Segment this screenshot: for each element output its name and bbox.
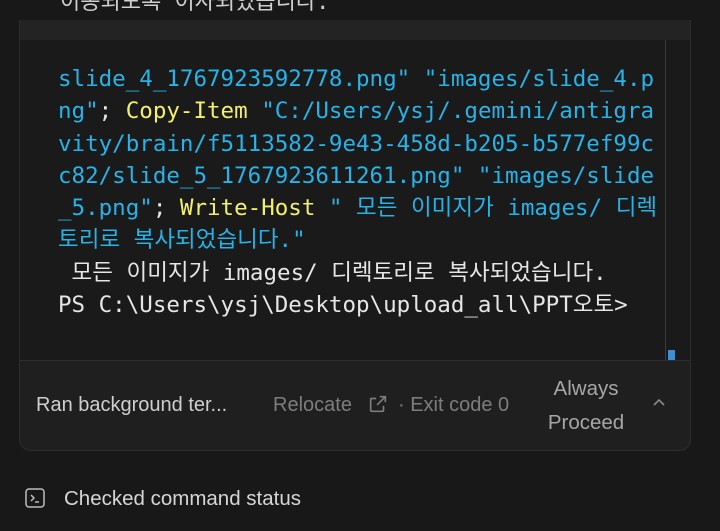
terminal-segment: ; bbox=[98, 98, 126, 125]
checked-command-status-item[interactable]: Checked command status bbox=[24, 482, 524, 518]
previous-message-fragment: 이동되도록 이사되었습니다. bbox=[0, 0, 720, 20]
terminal-scrollbar[interactable] bbox=[665, 40, 690, 360]
chevron-up-icon[interactable] bbox=[650, 396, 668, 410]
previous-message-text: 이동되도록 이사되었습니다. bbox=[60, 0, 330, 15]
terminal-segment: ; bbox=[152, 195, 180, 222]
command-panel: slide_4_1767923592778.png" "images/slide… bbox=[19, 20, 691, 451]
terminal-segment: 모든 이미지가 images/ 디렉토리로 복사되었습니다. PS C:\Use… bbox=[58, 259, 628, 319]
checked-command-status-label: Checked command status bbox=[64, 487, 302, 510]
command-status-row: Ran background ter... Relocate · Exit co… bbox=[20, 360, 690, 450]
terminal-icon bbox=[25, 488, 45, 508]
terminal-text: slide_4_1767923592778.png" "images/slide… bbox=[58, 63, 663, 321]
terminal-output[interactable]: slide_4_1767923592778.png" "images/slide… bbox=[20, 40, 690, 361]
scrollbar-thumb[interactable] bbox=[668, 350, 675, 360]
ran-background-terminal-label[interactable]: Ran background ter... bbox=[36, 394, 227, 417]
external-link-icon[interactable] bbox=[367, 393, 389, 415]
terminal-segment: Copy-Item bbox=[125, 98, 248, 125]
relocate-link[interactable]: Relocate bbox=[273, 394, 352, 417]
terminal-segment: Write-Host bbox=[179, 195, 316, 222]
always-proceed-button[interactable]: Always Proceed bbox=[536, 372, 636, 440]
terminal-header bbox=[20, 20, 690, 40]
exit-code-label: · Exit code 0 bbox=[398, 394, 510, 416]
